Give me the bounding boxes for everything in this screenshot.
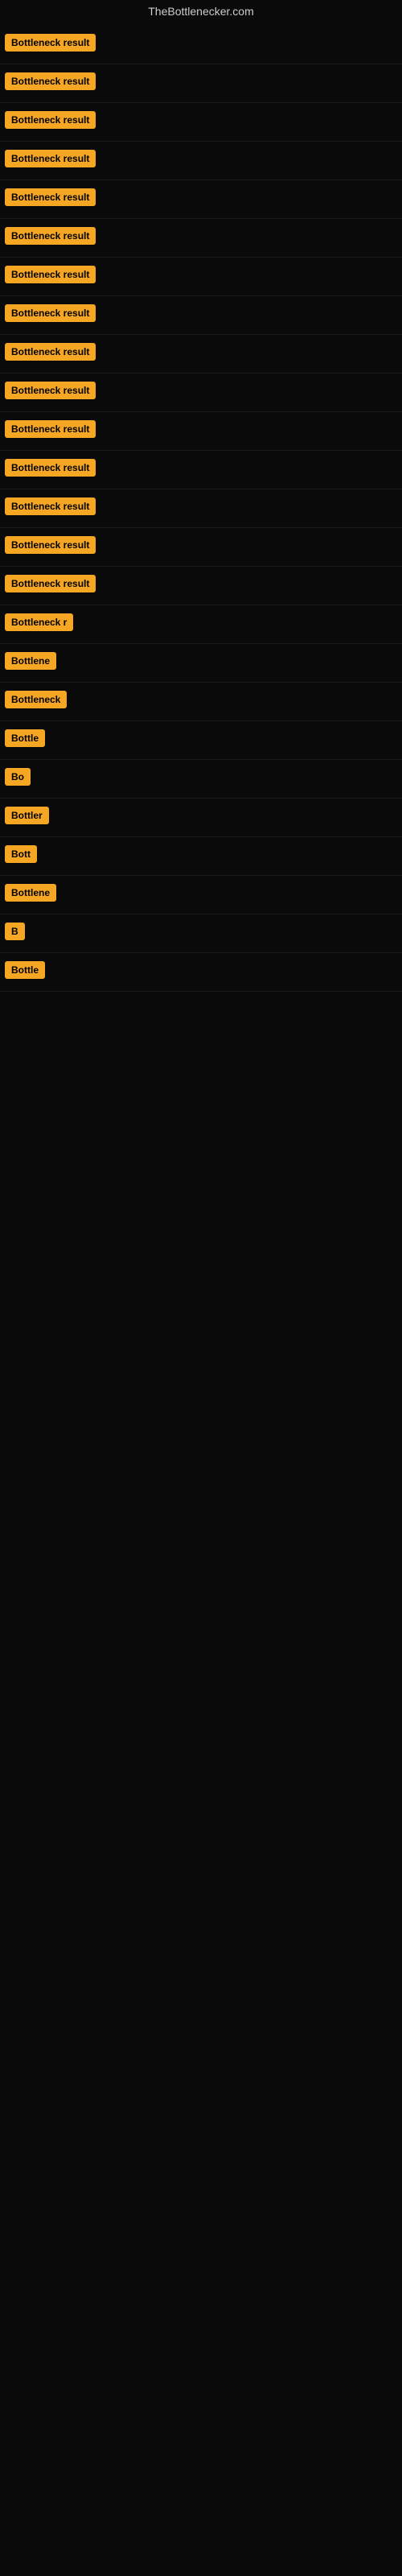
bottleneck-result-badge: Bottleneck result <box>5 420 96 438</box>
list-item[interactable]: Bottleneck <box>0 683 402 721</box>
bottleneck-result-badge: Bottle <box>5 961 45 979</box>
bottleneck-result-badge: Bottleneck result <box>5 536 96 554</box>
list-item[interactable]: Bottleneck result <box>0 567 402 605</box>
list-item[interactable]: Bottleneck result <box>0 374 402 412</box>
list-item[interactable]: Bottleneck result <box>0 142 402 180</box>
bottleneck-result-badge: Bottleneck result <box>5 497 96 515</box>
list-item[interactable]: Bottleneck result <box>0 296 402 335</box>
bottleneck-result-badge: Bottleneck result <box>5 575 96 592</box>
bottleneck-result-badge: Bottleneck result <box>5 150 96 167</box>
list-item[interactable]: Bo <box>0 760 402 799</box>
bottleneck-result-badge: Bottlene <box>5 884 56 902</box>
bottleneck-result-badge: Bottleneck result <box>5 111 96 129</box>
bottleneck-result-badge: Bottleneck result <box>5 304 96 322</box>
list-item[interactable]: Bottle <box>0 721 402 760</box>
list-item[interactable]: Bottler <box>0 799 402 837</box>
list-item[interactable]: Bottleneck result <box>0 489 402 528</box>
site-title: TheBottlenecker.com <box>0 0 402 26</box>
bottleneck-result-badge: B <box>5 923 25 940</box>
bottleneck-result-badge: Bottleneck r <box>5 613 73 631</box>
bottleneck-result-badge: Bottleneck result <box>5 34 96 52</box>
list-item[interactable]: Bottlene <box>0 876 402 914</box>
list-item[interactable]: Bottleneck result <box>0 412 402 451</box>
bottleneck-result-badge: Bottlene <box>5 652 56 670</box>
list-item[interactable]: Bottleneck result <box>0 451 402 489</box>
list-item[interactable]: Bottleneck result <box>0 180 402 219</box>
bottleneck-result-badge: Bottler <box>5 807 49 824</box>
list-item[interactable]: B <box>0 914 402 953</box>
bottleneck-result-badge: Bottleneck result <box>5 266 96 283</box>
list-item[interactable]: Bottleneck result <box>0 64 402 103</box>
bottleneck-result-badge: Bottleneck result <box>5 227 96 245</box>
bottleneck-result-badge: Bottleneck <box>5 691 67 708</box>
rows-container: Bottleneck result Bottleneck result Bottle… <box>0 26 402 992</box>
list-item[interactable]: Bottleneck result <box>0 258 402 296</box>
list-item[interactable]: Bottleneck r <box>0 605 402 644</box>
list-item[interactable]: Bottleneck result <box>0 103 402 142</box>
site-header: TheBottlenecker.com <box>0 0 402 26</box>
bottleneck-result-badge: Bottleneck result <box>5 343 96 361</box>
bottleneck-result-badge: Bottleneck result <box>5 188 96 206</box>
list-item[interactable]: Bottle <box>0 953 402 992</box>
list-item[interactable]: Bottleneck result <box>0 26 402 64</box>
list-item[interactable]: Bottleneck result <box>0 219 402 258</box>
bottleneck-result-badge: Bott <box>5 845 37 863</box>
bottleneck-result-badge: Bottleneck result <box>5 382 96 399</box>
bottleneck-result-badge: Bottle <box>5 729 45 747</box>
bottleneck-result-badge: Bottleneck result <box>5 72 96 90</box>
list-item[interactable]: Bottleneck result <box>0 335 402 374</box>
list-item[interactable]: Bottlene <box>0 644 402 683</box>
bottleneck-result-badge: Bo <box>5 768 31 786</box>
list-item[interactable]: Bott <box>0 837 402 876</box>
bottleneck-result-badge: Bottleneck result <box>5 459 96 477</box>
list-item[interactable]: Bottleneck result <box>0 528 402 567</box>
